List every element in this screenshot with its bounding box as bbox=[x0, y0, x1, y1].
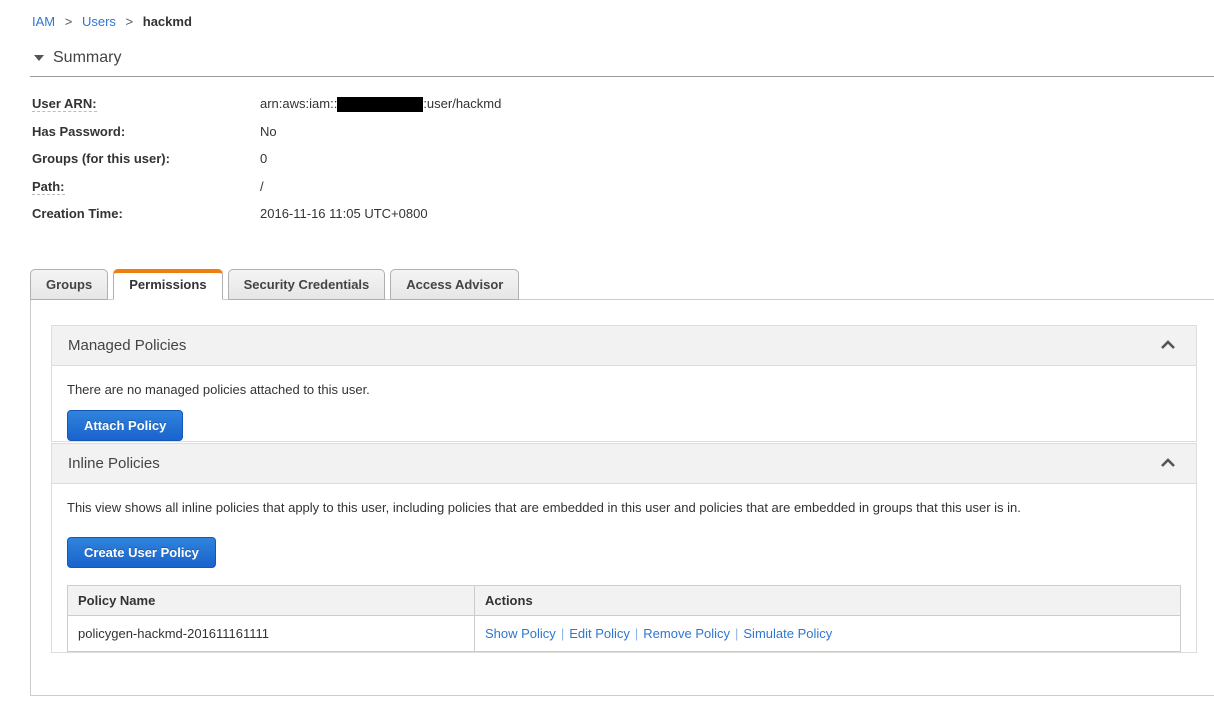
tab-security-credentials[interactable]: Security Credentials bbox=[227, 268, 386, 300]
inline-policies-table: Policy Name Actions policygen-hackmd-201… bbox=[67, 584, 1181, 652]
redacted-account-id bbox=[337, 97, 424, 112]
chevron-up-icon bbox=[1161, 340, 1175, 349]
breadcrumb-separator: > bbox=[64, 14, 73, 29]
summary-section-header[interactable]: Summary bbox=[30, 49, 1214, 77]
managed-policies-title: Managed Policies bbox=[68, 336, 187, 354]
user-arn-label: User ARN: bbox=[32, 96, 97, 112]
action-separator: | bbox=[634, 625, 639, 641]
show-policy-link[interactable]: Show Policy bbox=[485, 626, 556, 641]
breadcrumb-link-users[interactable]: Users bbox=[82, 14, 116, 29]
inline-policies-title: Inline Policies bbox=[68, 454, 160, 472]
action-separator: | bbox=[735, 625, 739, 641]
breadcrumb-current-user: hackmd bbox=[142, 14, 192, 29]
remove-policy-link[interactable]: Remove Policy bbox=[643, 626, 730, 641]
managed-policies-header: Managed Policies bbox=[52, 325, 1196, 366]
summary-fields: User ARN: arn:aws:iam:::user/hackmd Has … bbox=[32, 90, 1214, 228]
action-separator: | bbox=[560, 625, 565, 641]
summary-row-creation-time: Creation Time: 2016-11-16 11:05 UTC+0800 bbox=[32, 200, 1214, 228]
table-row: policygen-hackmd-201611161111 Show Polic… bbox=[67, 614, 1181, 652]
policy-actions-cell: Show Policy | Edit Policy | Remove Policy | Si… bbox=[474, 614, 1181, 652]
summary-row-user-arn: User ARN: arn:aws:iam:::user/hackmd bbox=[32, 90, 1214, 118]
breadcrumb-separator: > bbox=[125, 14, 134, 29]
managed-policies-collapse-button[interactable] bbox=[1156, 336, 1180, 354]
summary-row-path: Path: / bbox=[32, 173, 1214, 201]
creation-time-label: Creation Time: bbox=[32, 206, 123, 221]
chevron-up-icon bbox=[1161, 458, 1175, 467]
inline-policies-body: This view shows all inline policies that… bbox=[52, 484, 1196, 652]
inline-policies-description: This view shows all inline policies that… bbox=[67, 499, 1021, 515]
has-password-label: Has Password: bbox=[32, 123, 126, 139]
inline-policies-header: Inline Policies bbox=[52, 443, 1196, 484]
breadcrumb-link-iam[interactable]: IAM bbox=[32, 14, 55, 29]
edit-policy-link[interactable]: Edit Policy bbox=[569, 626, 630, 641]
path-value: / bbox=[260, 178, 264, 194]
summary-row-groups: Groups (for this user): 0 bbox=[32, 145, 1214, 173]
tab-bar: Groups Permissions Security Credentials … bbox=[30, 268, 1214, 300]
policy-name-column-header: Policy Name bbox=[67, 584, 475, 616]
creation-time-value: 2016-11-16 11:05 UTC+0800 bbox=[260, 206, 428, 221]
breadcrumb: IAM > Users > hackmd bbox=[32, 14, 1214, 29]
groups-value: 0 bbox=[260, 151, 268, 166]
has-password-value: No bbox=[260, 123, 277, 139]
attach-policy-button[interactable]: Attach Policy bbox=[67, 409, 184, 441]
managed-policies-empty-message: There are no managed policies attached t… bbox=[67, 381, 370, 397]
summary-row-has-password: Has Password: No bbox=[32, 118, 1214, 146]
tab-permissions[interactable]: Permissions bbox=[113, 268, 223, 300]
inline-policies-panel: Inline Policies This view shows all inli… bbox=[51, 442, 1197, 653]
create-user-policy-button[interactable]: Create User Policy bbox=[67, 536, 216, 568]
tab-groups[interactable]: Groups bbox=[30, 268, 109, 300]
collapse-triangle-icon bbox=[34, 55, 44, 61]
simulate-policy-link[interactable]: Simulate Policy bbox=[743, 626, 832, 641]
managed-policies-body: There are no managed policies attached t… bbox=[52, 366, 1196, 441]
policy-name-cell: policygen-hackmd-201611161111 bbox=[67, 614, 475, 652]
inline-policies-collapse-button[interactable] bbox=[1156, 454, 1180, 472]
managed-policies-panel: Managed Policies There are no managed po… bbox=[51, 324, 1197, 442]
summary-title: Summary bbox=[53, 49, 122, 66]
permissions-tab-panel: Managed Policies There are no managed po… bbox=[30, 298, 1214, 696]
path-label: Path: bbox=[32, 178, 65, 195]
groups-label: Groups (for this user): bbox=[32, 151, 170, 166]
actions-column-header: Actions bbox=[474, 584, 1181, 616]
user-arn-value: arn:aws:iam:::user/hackmd bbox=[260, 96, 502, 112]
table-header-row: Policy Name Actions bbox=[67, 584, 1181, 616]
tab-access-advisor[interactable]: Access Advisor bbox=[390, 268, 520, 300]
